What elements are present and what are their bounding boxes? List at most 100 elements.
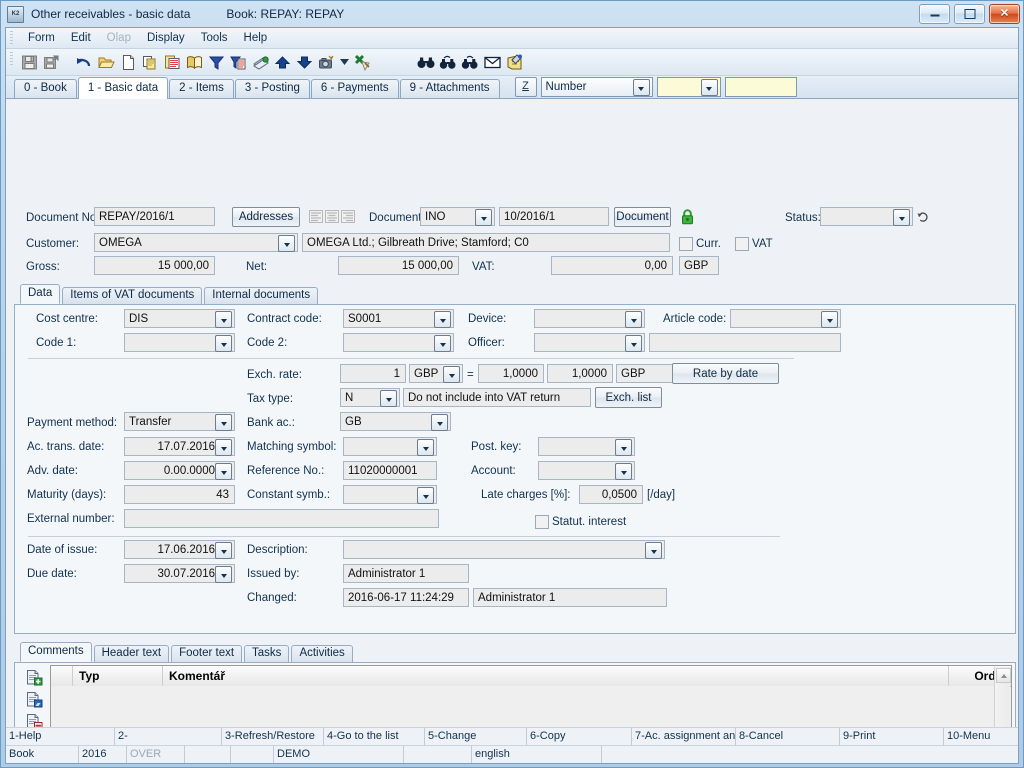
matching-symbol-combo[interactable] xyxy=(343,437,437,456)
find-previous-icon[interactable] xyxy=(459,51,481,73)
due-date-field[interactable]: 30.07.2016 xyxy=(124,564,235,583)
description-combo[interactable] xyxy=(343,540,665,559)
fkey-5-change[interactable]: 5-Change xyxy=(425,728,527,745)
undo-icon[interactable] xyxy=(73,51,95,73)
post-key-combo[interactable] xyxy=(538,437,635,456)
date-of-issue-field[interactable]: 17.06.2016 xyxy=(124,540,235,559)
new-document-icon[interactable] xyxy=(117,51,139,73)
find-icon[interactable] xyxy=(415,51,437,73)
filter-list-icon[interactable] xyxy=(227,51,249,73)
align-center-icon[interactable] xyxy=(325,210,339,223)
print-icon[interactable] xyxy=(249,51,271,73)
net-field[interactable]: 15 000,00 xyxy=(338,256,459,275)
close-button[interactable]: ✕ xyxy=(989,4,1020,24)
document-number-field[interactable]: 10/2016/1 xyxy=(499,207,609,226)
fkey-9-print[interactable]: 9-Print xyxy=(840,728,944,745)
paste-icon[interactable] xyxy=(161,51,183,73)
section-tab-internal-documents[interactable]: Internal documents xyxy=(204,287,319,304)
column-header-typ[interactable]: Typ xyxy=(73,666,163,686)
chevron-down-icon[interactable] xyxy=(278,235,295,252)
quicksearch-mode-combo[interactable]: Number xyxy=(540,77,653,97)
fkey-3-refresh-restore[interactable]: 3-Refresh/Restore xyxy=(222,728,324,745)
tab-payments[interactable]: 6 - Payments xyxy=(310,79,399,98)
scroll-up-arrow-icon[interactable] xyxy=(996,668,1011,683)
align-right-icon[interactable] xyxy=(341,210,355,223)
cost-centre-combo[interactable]: DIS xyxy=(124,309,235,328)
tax-type-combo[interactable]: N xyxy=(340,388,400,407)
book-icon[interactable] xyxy=(183,51,205,73)
history-icon[interactable] xyxy=(917,211,929,223)
rate-by-date-button[interactable]: Rate by date xyxy=(672,363,779,384)
external-number-field[interactable] xyxy=(124,509,439,528)
dropdown-arrow-icon[interactable] xyxy=(337,51,351,73)
tab-attachments[interactable]: 9 - Attachments xyxy=(399,79,500,98)
chevron-down-icon[interactable] xyxy=(632,79,650,96)
statut-interest-checkbox[interactable] xyxy=(535,515,549,532)
code1-combo[interactable] xyxy=(124,333,235,352)
chevron-down-icon[interactable] xyxy=(645,542,662,559)
chevron-down-icon[interactable] xyxy=(417,487,434,504)
fkey-8-cancel[interactable]: 8-Cancel xyxy=(736,728,840,745)
chevron-down-icon[interactable] xyxy=(215,463,232,480)
chevron-down-icon[interactable] xyxy=(215,566,232,583)
fkey-1-help[interactable]: 1-Help xyxy=(6,728,115,745)
column-header-komentar[interactable]: Komentář xyxy=(163,666,949,686)
bank-ac-combo[interactable]: GB xyxy=(340,412,451,431)
document-button[interactable]: Document xyxy=(614,207,671,227)
bottom-tab-header-text[interactable]: Header text xyxy=(93,645,170,662)
chevron-down-icon[interactable] xyxy=(625,311,642,328)
customer-combo[interactable]: OMEGA xyxy=(94,233,298,252)
chevron-down-icon[interactable] xyxy=(215,311,232,328)
fkey-2[interactable]: 2- xyxy=(115,728,222,745)
bottom-tab-activities[interactable]: Activities xyxy=(291,645,353,662)
open-folder-icon[interactable] xyxy=(95,51,117,73)
quicksearch-chevron-icon[interactable] xyxy=(700,79,718,96)
tab-posting[interactable]: 3 - Posting xyxy=(234,79,310,98)
status-combo[interactable] xyxy=(820,207,913,226)
copy-icon[interactable] xyxy=(139,51,161,73)
exch-rate-a-field[interactable]: 1,0000 xyxy=(478,364,544,383)
chevron-down-icon[interactable] xyxy=(615,439,632,456)
filter-icon[interactable] xyxy=(205,51,227,73)
gross-field[interactable]: 15 000,00 xyxy=(94,256,215,275)
arrow-down-icon[interactable] xyxy=(293,51,315,73)
bottom-tab-comments[interactable]: Comments xyxy=(20,642,92,662)
bottom-tab-footer-text[interactable]: Footer text xyxy=(171,645,243,662)
find-next-icon[interactable] xyxy=(437,51,459,73)
maturity-field[interactable]: 43 xyxy=(124,485,235,504)
chevron-down-icon[interactable] xyxy=(215,335,232,352)
chevron-down-icon[interactable] xyxy=(434,335,451,352)
curr-checkbox[interactable] xyxy=(679,237,693,254)
chevron-down-icon[interactable] xyxy=(417,439,434,456)
export-excel-icon[interactable] xyxy=(351,51,373,73)
section-tab-data[interactable]: Data xyxy=(20,284,61,304)
arrow-up-icon[interactable] xyxy=(271,51,293,73)
contract-code-combo[interactable]: S0001 xyxy=(343,309,454,328)
exch-rate-currency-combo[interactable]: GBP xyxy=(409,364,463,383)
code2-combo[interactable] xyxy=(343,333,454,352)
chevron-down-icon[interactable] xyxy=(215,542,232,559)
ac-trans-date-field[interactable]: 17.07.2016 xyxy=(124,437,235,456)
chevron-down-icon[interactable] xyxy=(215,414,232,431)
bottom-tab-tasks[interactable]: Tasks xyxy=(244,645,290,662)
payment-method-combo[interactable]: Transfer xyxy=(124,412,235,431)
menu-item-edit[interactable]: Edit xyxy=(63,30,99,46)
exch-rate-b-field[interactable]: 1,0000 xyxy=(547,364,613,383)
quicksearch-extra-input[interactable] xyxy=(724,77,797,97)
align-left-icon[interactable] xyxy=(309,210,323,223)
quicksearch-z-button[interactable]: Z xyxy=(514,77,537,97)
quicksearch-input[interactable] xyxy=(656,77,721,97)
officer-combo[interactable] xyxy=(534,333,645,352)
exch-rate-field[interactable]: 1 xyxy=(340,364,406,383)
edit-document-icon[interactable] xyxy=(503,51,525,73)
minimize-button[interactable] xyxy=(919,4,950,24)
delete-comment-icon[interactable] xyxy=(26,713,43,727)
document-type-combo[interactable]: INO xyxy=(420,207,495,226)
menu-item-tools[interactable]: Tools xyxy=(193,30,236,46)
vat-field[interactable]: 0,00 xyxy=(551,256,673,275)
chevron-down-icon[interactable] xyxy=(443,366,460,383)
account-combo[interactable] xyxy=(538,461,635,480)
fkey-10-menu[interactable]: 10-Menu xyxy=(944,728,1018,745)
save-icon[interactable] xyxy=(18,51,40,73)
add-comment-icon[interactable] xyxy=(26,669,43,686)
